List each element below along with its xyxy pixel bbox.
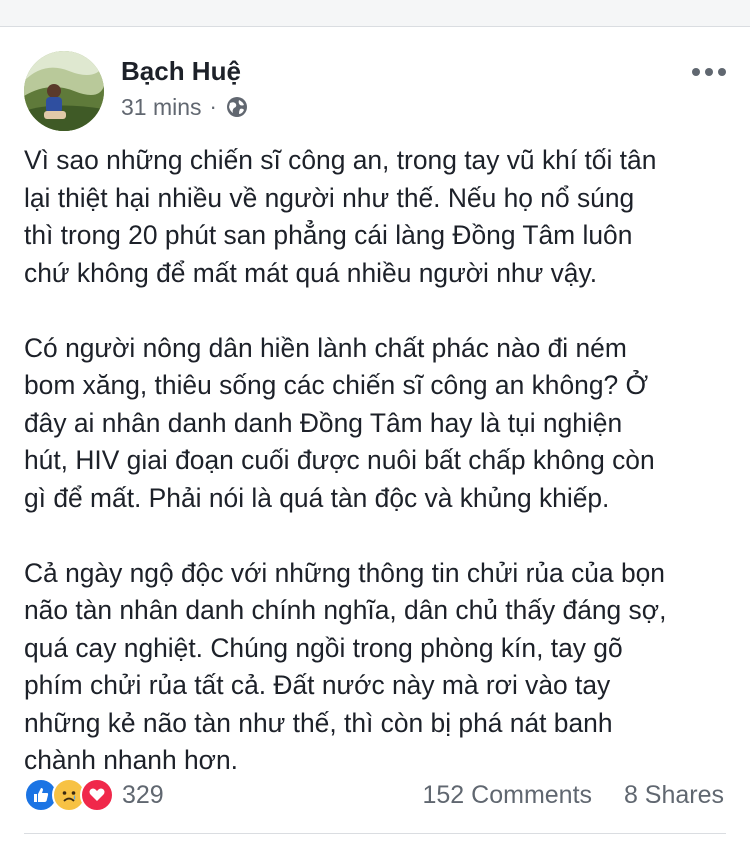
text-line: não tàn nhân danh chính nghĩa, dân chủ t… — [24, 595, 667, 625]
love-reaction-icon — [80, 778, 114, 812]
text-line: gì để mất. Phải nói là quá tàn độc và kh… — [24, 482, 610, 513]
reactions-summary[interactable]: 329 — [24, 778, 164, 812]
post-paragraph: Có người nông dân hiền lành chất phác nà… — [24, 330, 736, 518]
post-meta: 31 mins · — [121, 93, 249, 121]
text-line: thì trong 20 phút san phẳng cái làng Đồn… — [24, 220, 633, 250]
globe-icon[interactable] — [225, 95, 249, 119]
text-line: Vì sao những chiến sĩ công an, trong tay… — [24, 145, 657, 175]
author-name[interactable]: Bạch Huệ — [121, 56, 241, 87]
text-line: bom xăng, thiêu sống các chiến sĩ công a… — [24, 370, 649, 400]
top-bar — [0, 0, 750, 27]
more-options-icon[interactable] — [692, 65, 726, 79]
text-line: chứ không để mất mát quá nhiều người như… — [24, 257, 598, 288]
text-line: những kẻ não tàn như thế, thì còn bị phá… — [24, 707, 613, 738]
text-line: Cả ngày ngộ độc với những thông tin chửi… — [24, 557, 665, 588]
text-line: Có người nông dân hiền lành chất phác nà… — [24, 332, 627, 363]
text-line: quá cay nghiệt. Chúng ngồi trong phòng k… — [24, 632, 623, 663]
avatar-photo — [24, 51, 104, 131]
more-dot — [692, 68, 700, 76]
shares-link[interactable]: 8 Shares — [624, 781, 724, 809]
footer-divider — [24, 833, 726, 834]
engagement-stats: 152 Comments 8 Shares — [423, 781, 725, 810]
text-line: hút, HIV giai đoạn cuối được nuôi bất ch… — [24, 445, 655, 475]
avatar[interactable] — [24, 51, 104, 131]
comments-link[interactable]: 152 Comments — [423, 781, 593, 809]
more-dot — [705, 68, 713, 76]
meta-separator: · — [209, 94, 217, 119]
post-paragraph: Vì sao những chiến sĩ công an, trong tay… — [24, 142, 736, 292]
timestamp[interactable]: 31 mins — [121, 94, 202, 121]
reaction-count: 329 — [122, 780, 164, 809]
post-paragraph: Cả ngày ngộ độc với những thông tin chửi… — [24, 555, 736, 780]
text-line: lại thiệt hại nhiều về người như thế. Nế… — [24, 182, 635, 213]
text-line: đây ai nhân danh danh Đồng Tâm hay là tụ… — [24, 407, 623, 438]
more-dot — [718, 68, 726, 76]
post-card: Bạch Huệ 31 mins · Vì sao những chiến sĩ… — [0, 27, 750, 845]
post-footer: 329 152 Comments 8 Shares — [24, 771, 724, 819]
text-line: phím chửi rủa tất cả. Đất nước này mà rơ… — [24, 670, 611, 700]
post-content: Vì sao những chiến sĩ công an, trong tay… — [24, 142, 736, 817]
